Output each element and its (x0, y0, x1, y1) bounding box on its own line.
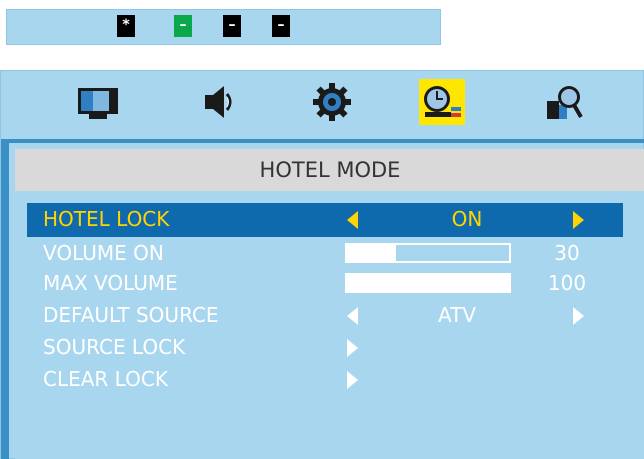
menu-row-default-source[interactable]: DEFAULT SOURCE ATV (27, 299, 623, 333)
menu-row-hotel-lock[interactable]: HOTEL LOCK ON (27, 203, 623, 237)
arrow-right-icon[interactable] (573, 307, 584, 325)
arrow-left-icon[interactable] (347, 307, 358, 325)
osd-menu: HOTEL MODE HOTEL LOCK ON VOLUME ON 30 MA… (0, 70, 644, 459)
row-label: HOTEL LOCK (43, 207, 170, 231)
row-value: ATV (437, 303, 477, 327)
menu-divider (1, 139, 644, 143)
row-label: SOURCE LOCK (43, 335, 186, 359)
tab-lock[interactable] (541, 79, 587, 125)
tab-time[interactable] (419, 79, 465, 125)
menu-row-max-volume[interactable]: MAX VOLUME 100 (27, 267, 623, 301)
arrow-right-icon[interactable] (347, 371, 358, 389)
hotel-mode-panel: HOTEL MODE HOTEL LOCK ON VOLUME ON 30 MA… (15, 149, 644, 459)
row-label: CLEAR LOCK (43, 367, 168, 391)
tab-sound[interactable] (197, 79, 243, 125)
key-black-1[interactable]: – (223, 15, 241, 37)
row-label: VOLUME ON (43, 241, 164, 265)
tab-picture[interactable] (75, 79, 121, 125)
key-green[interactable]: – (174, 15, 192, 37)
menu-left-border (1, 143, 9, 459)
menu-row-clear-lock[interactable]: CLEAR LOCK (27, 363, 623, 397)
volume-on-slider[interactable] (345, 243, 511, 263)
tv-osd-screen: * – – – HOTEL MODE HOTEL LOCK ON VOLUME … (0, 0, 644, 459)
slider-fill (347, 245, 396, 261)
speaker-icon (205, 86, 232, 118)
gear-icon (313, 83, 351, 121)
row-value: ON (451, 207, 483, 231)
tab-setup[interactable] (309, 79, 355, 125)
key-black-2[interactable]: – (272, 15, 290, 37)
menu-tab-bar (1, 71, 644, 141)
slider-fill (347, 275, 509, 291)
arrow-right-icon[interactable] (573, 211, 584, 229)
row-value: 30 (554, 241, 580, 265)
magnifier-lock-icon (547, 86, 583, 119)
clock-icon (424, 86, 461, 117)
row-value: 100 (547, 271, 587, 295)
color-key-strip: * – – – (6, 9, 441, 45)
monitor-icon (78, 88, 118, 119)
arrow-left-icon[interactable] (347, 211, 358, 229)
menu-row-volume-on[interactable]: VOLUME ON 30 (27, 237, 623, 271)
key-black-star[interactable]: * (117, 15, 135, 37)
arrow-right-icon[interactable] (347, 339, 358, 357)
max-volume-slider[interactable] (345, 273, 511, 293)
row-label: DEFAULT SOURCE (43, 303, 219, 327)
page-title: HOTEL MODE (15, 149, 644, 191)
row-label: MAX VOLUME (43, 271, 178, 295)
menu-row-source-lock[interactable]: SOURCE LOCK (27, 331, 623, 365)
